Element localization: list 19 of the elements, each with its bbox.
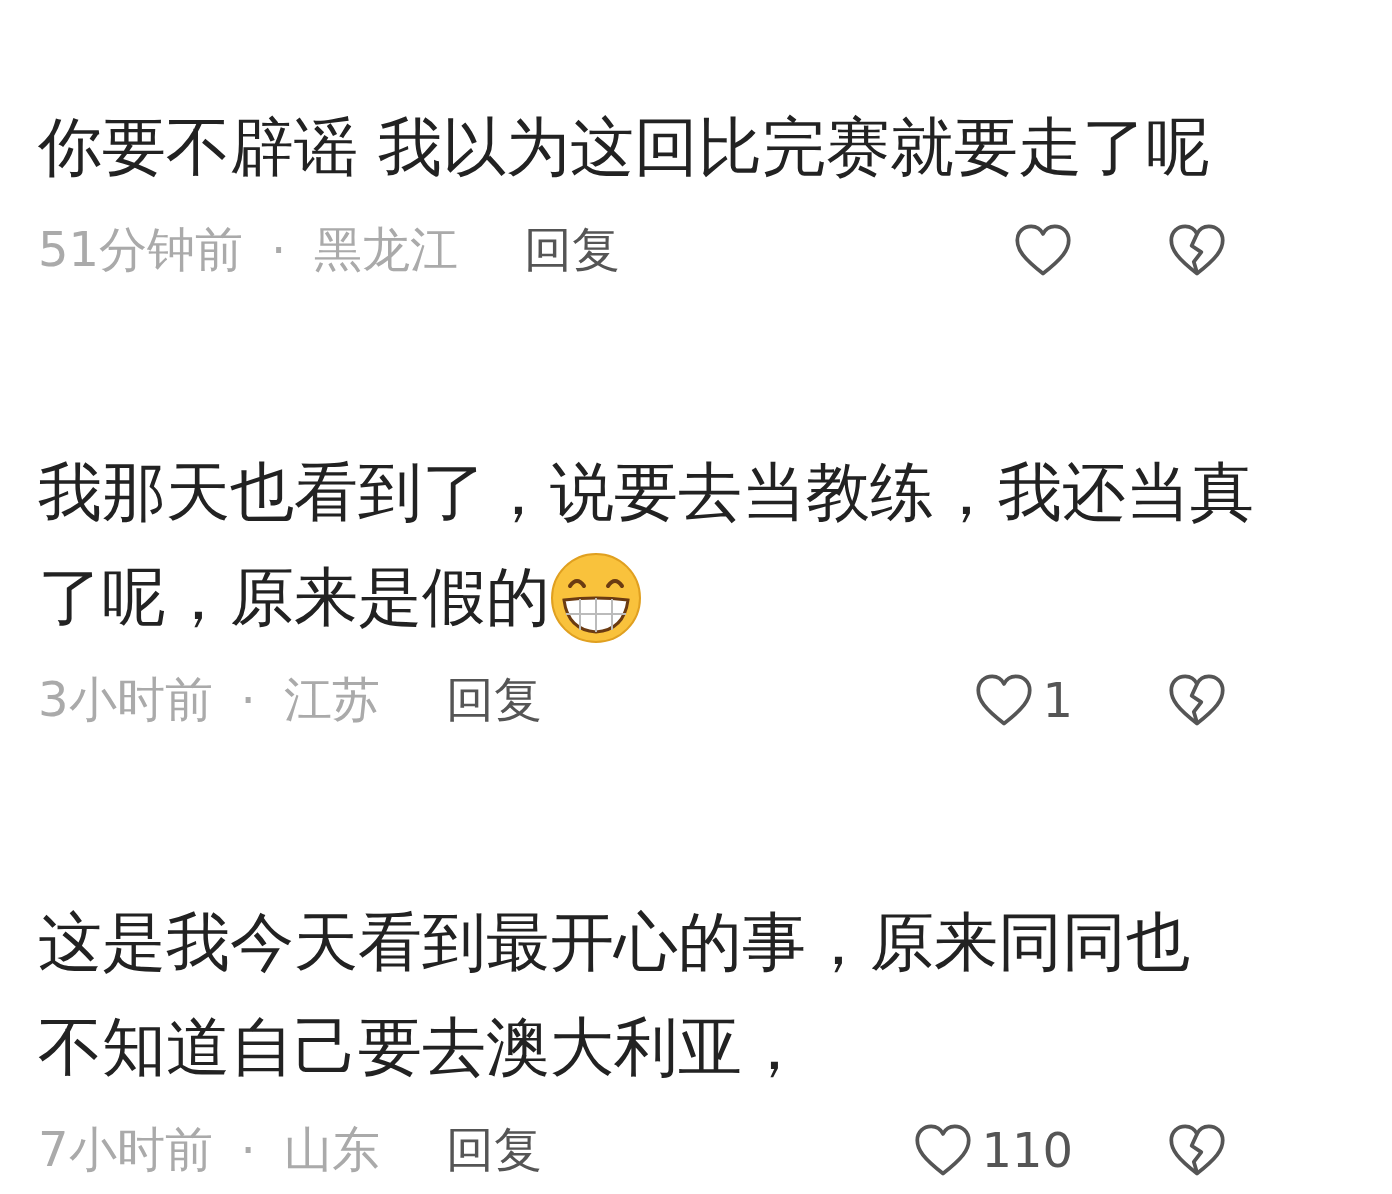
reply-link[interactable]: 回复 (445, 668, 542, 732)
comment-time: 7小时前 (38, 1120, 213, 1179)
separator-dot: · (271, 222, 287, 278)
separator-dot: · (240, 672, 256, 728)
comment-text: 这是我今天看到最开心的事，原来同同也 (38, 904, 1190, 981)
comment-time: 3小时前 (38, 670, 213, 729)
separator-dot: · (240, 1122, 256, 1178)
comment-text: 不知道自己要去澳大利亚， (38, 1009, 806, 1086)
comment-text: 你要不辟谣 我以为这回比完赛就要走了呢 (38, 109, 1211, 186)
comment-text: 了呢，原来是假的 (38, 559, 550, 636)
like-count: 110 (981, 1122, 1073, 1178)
reply-link[interactable]: 回复 (445, 1118, 542, 1182)
comment-location: 江苏 (283, 670, 380, 729)
like-count: 1 (1042, 672, 1073, 728)
comment-text: 我那天也看到了，说要去当教练，我还当真 (38, 454, 1254, 531)
reply-link[interactable]: 回复 (524, 218, 621, 282)
comment-location: 黑龙江 (314, 220, 459, 279)
comment-time: 51分钟前 (38, 220, 244, 279)
comment-location: 山东 (283, 1120, 380, 1179)
